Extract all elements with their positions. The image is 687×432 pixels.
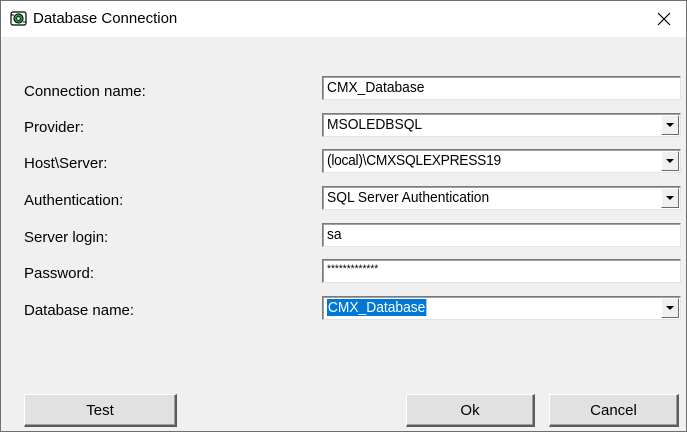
database-name-selected-text: CMX_Database [327,299,427,316]
database-name-label: Database name: [24,302,135,319]
connection-name-label: Connection name: [24,83,146,100]
database-connection-icon [10,10,27,27]
database-name-select[interactable]: CMX_Database [322,296,681,320]
chevron-down-icon[interactable] [661,115,679,135]
chevron-down-icon[interactable] [661,188,679,208]
authentication-select[interactable]: SQL Server Authentication [322,186,681,210]
server-login-input[interactable]: sa [322,223,681,247]
authentication-label: Authentication: [24,192,124,209]
close-button[interactable] [642,1,686,37]
connection-name-input[interactable]: CMX_Database [322,76,681,100]
provider-select[interactable]: MSOLEDBSQL [322,113,681,137]
title-bar[interactable]: Database Connection [1,1,686,37]
password-label: Password: [24,265,95,282]
provider-label: Provider: [24,119,85,136]
database-connection-dialog: Database Connection Connection name: CMX… [0,0,687,432]
test-button[interactable]: Test [24,394,177,427]
cancel-button[interactable]: Cancel [549,394,679,427]
ok-button[interactable]: Ok [406,394,535,427]
window-title: Database Connection [33,10,178,27]
chevron-down-icon[interactable] [661,151,679,171]
server-login-label: Server login: [24,229,109,246]
host-server-label: Host\Server: [24,155,108,172]
password-input[interactable]: ************* [322,259,681,283]
chevron-down-icon[interactable] [661,298,679,318]
close-icon [657,12,671,26]
host-server-select[interactable]: (local)\CMXSQLEXPRESS19 [322,149,681,173]
